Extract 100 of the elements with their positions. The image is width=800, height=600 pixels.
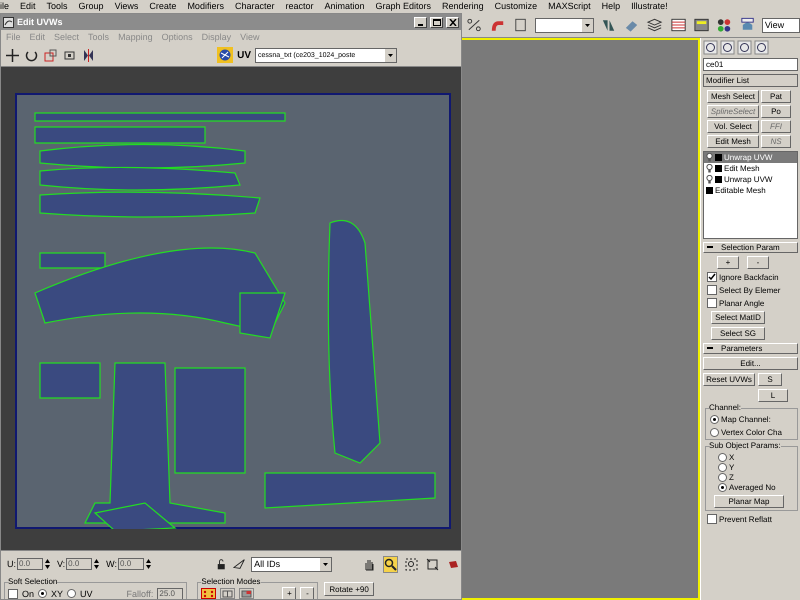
menu-item[interactable]: Modifiers bbox=[187, 1, 224, 12]
checkbox[interactable] bbox=[707, 285, 717, 295]
parameter-button[interactable]: Reset UVWs bbox=[703, 373, 755, 386]
checkbox[interactable] bbox=[8, 588, 18, 598]
light-bulb-icon[interactable] bbox=[706, 175, 713, 184]
menu-item[interactable]: Rendering bbox=[442, 1, 484, 12]
menu-item[interactable]: Animation bbox=[324, 1, 365, 12]
select-button[interactable]: Select MatID bbox=[711, 311, 765, 324]
close-button[interactable] bbox=[446, 16, 459, 28]
panel-tab-icon[interactable] bbox=[720, 40, 735, 55]
stack-item[interactable]: Edit Mesh bbox=[704, 163, 797, 174]
rotate-button[interactable]: Rotate +90 bbox=[324, 582, 374, 596]
layers-icon[interactable] bbox=[646, 16, 664, 34]
light-bulb-icon[interactable] bbox=[706, 164, 713, 173]
radio-button[interactable] bbox=[718, 482, 727, 492]
radio-button[interactable] bbox=[710, 428, 719, 436]
spinner-arrows-icon[interactable] bbox=[93, 558, 100, 570]
rollout-header[interactable]: Selection Param bbox=[703, 242, 798, 253]
collapse-icon[interactable] bbox=[707, 246, 713, 249]
modifier-button[interactable]: Edit Mesh bbox=[707, 135, 759, 148]
edit-button[interactable]: Edit... bbox=[703, 357, 798, 370]
radio-button[interactable] bbox=[67, 589, 76, 598]
lock-icon[interactable] bbox=[216, 558, 227, 570]
grow-shrink-button[interactable]: - bbox=[300, 587, 314, 599]
zoom-extents-icon[interactable] bbox=[424, 556, 440, 572]
parameter-button[interactable]: L bbox=[758, 389, 788, 402]
paint-select-icon[interactable] bbox=[232, 558, 246, 570]
checkbox[interactable] bbox=[707, 272, 717, 282]
radio-button[interactable] bbox=[710, 414, 719, 424]
percent-icon[interactable] bbox=[466, 16, 484, 34]
maximize-button[interactable] bbox=[430, 16, 443, 28]
menu-item[interactable]: Tools bbox=[46, 1, 68, 12]
menu-item[interactable]: Customize bbox=[494, 1, 538, 12]
menu-item[interactable]: Help bbox=[602, 1, 620, 12]
id-dropdown[interactable]: All IDs bbox=[251, 556, 332, 572]
planar-map-button[interactable]: Planar Map bbox=[714, 495, 784, 508]
modifier-button[interactable]: Vol. Select bbox=[707, 120, 759, 133]
radio-button[interactable] bbox=[718, 452, 727, 462]
menu-item[interactable]: Graph Editors bbox=[376, 1, 432, 12]
select-button[interactable]: Select SG bbox=[711, 327, 765, 340]
menu-item[interactable]: Views bbox=[114, 1, 138, 12]
menu-item[interactable]: Create bbox=[149, 1, 176, 12]
light-bulb-icon[interactable] bbox=[706, 153, 713, 162]
panel-tab-icon[interactable] bbox=[703, 40, 718, 55]
mirror-icon[interactable] bbox=[81, 48, 96, 62]
panel-tab-icon[interactable] bbox=[754, 40, 769, 55]
menu-item[interactable]: reactor bbox=[285, 1, 314, 12]
menu-item[interactable]: Group bbox=[78, 1, 104, 12]
option-label: Y bbox=[729, 462, 734, 472]
radio-button[interactable] bbox=[38, 589, 48, 598]
modifier-button[interactable]: Pat bbox=[761, 90, 791, 103]
selection-mode-button[interactable] bbox=[201, 588, 216, 599]
checkbox[interactable] bbox=[707, 514, 717, 524]
checkbox[interactable] bbox=[707, 298, 717, 308]
object-name-field[interactable]: ce01 bbox=[703, 58, 798, 71]
panel-icon[interactable] bbox=[692, 16, 710, 34]
menu-item[interactable]: ile bbox=[0, 1, 10, 12]
group-title: Soft Selection bbox=[8, 577, 58, 586]
selection-mode-button[interactable] bbox=[239, 588, 254, 599]
selection-set-dropdown[interactable] bbox=[535, 18, 594, 32]
option-label: Select By Elemer bbox=[719, 286, 780, 294]
option-label: On bbox=[22, 588, 34, 598]
selection-mode-button[interactable] bbox=[220, 588, 236, 599]
menu-item[interactable]: MAXScript bbox=[548, 1, 591, 12]
stack-item[interactable]: Unwrap UVW bbox=[704, 152, 797, 163]
coord-label: W: bbox=[106, 559, 118, 569]
zoom-region-icon[interactable] bbox=[404, 556, 419, 572]
table-icon[interactable] bbox=[670, 16, 687, 34]
collapse-icon[interactable] bbox=[707, 347, 713, 350]
coord-spinner[interactable]: 0.0 bbox=[66, 558, 92, 570]
falloff-spinner[interactable]: 25.0 bbox=[157, 588, 184, 599]
modifier-button[interactable]: Po bbox=[761, 105, 791, 118]
window-title: Edit UVWs bbox=[17, 17, 64, 27]
view-dropdown[interactable]: View bbox=[762, 18, 800, 32]
menu-item[interactable]: Illustrate! bbox=[631, 1, 668, 12]
menu-item[interactable]: Edit bbox=[20, 1, 36, 12]
move-icon[interactable] bbox=[5, 48, 20, 62]
radio-button[interactable] bbox=[718, 472, 727, 482]
stack-item[interactable]: Editable Mesh bbox=[704, 185, 797, 196]
coord-spinner[interactable]: 0.0 bbox=[17, 558, 43, 570]
modifier-button[interactable]: Mesh Select bbox=[707, 90, 759, 103]
spinner-arrows-icon[interactable] bbox=[145, 558, 152, 570]
option-label: Map Channel: bbox=[721, 414, 771, 424]
minimize-button[interactable] bbox=[414, 16, 427, 28]
parameter-button[interactable]: S bbox=[758, 373, 782, 386]
grow-shrink-button[interactable]: + bbox=[282, 587, 296, 599]
texture-map-icon[interactable] bbox=[217, 47, 234, 63]
radio-button[interactable] bbox=[718, 462, 727, 472]
grow-shrink-button[interactable]: - bbox=[747, 256, 769, 269]
modifier-list-dropdown[interactable]: Modifier List bbox=[703, 74, 798, 87]
grow-shrink-button[interactable]: + bbox=[717, 256, 739, 269]
option-label: UV bbox=[80, 588, 93, 598]
rollout-header[interactable]: Parameters bbox=[703, 343, 798, 354]
menu-item[interactable]: Character bbox=[234, 1, 274, 12]
coord-spinner[interactable]: 0.0 bbox=[118, 558, 144, 570]
panel-tab-icon[interactable] bbox=[737, 40, 752, 55]
spinner-arrows-icon[interactable] bbox=[44, 558, 51, 570]
scale-icon[interactable] bbox=[43, 48, 58, 62]
zoom-icon[interactable] bbox=[382, 556, 398, 572]
stack-item[interactable]: Unwrap UVW bbox=[704, 174, 797, 185]
